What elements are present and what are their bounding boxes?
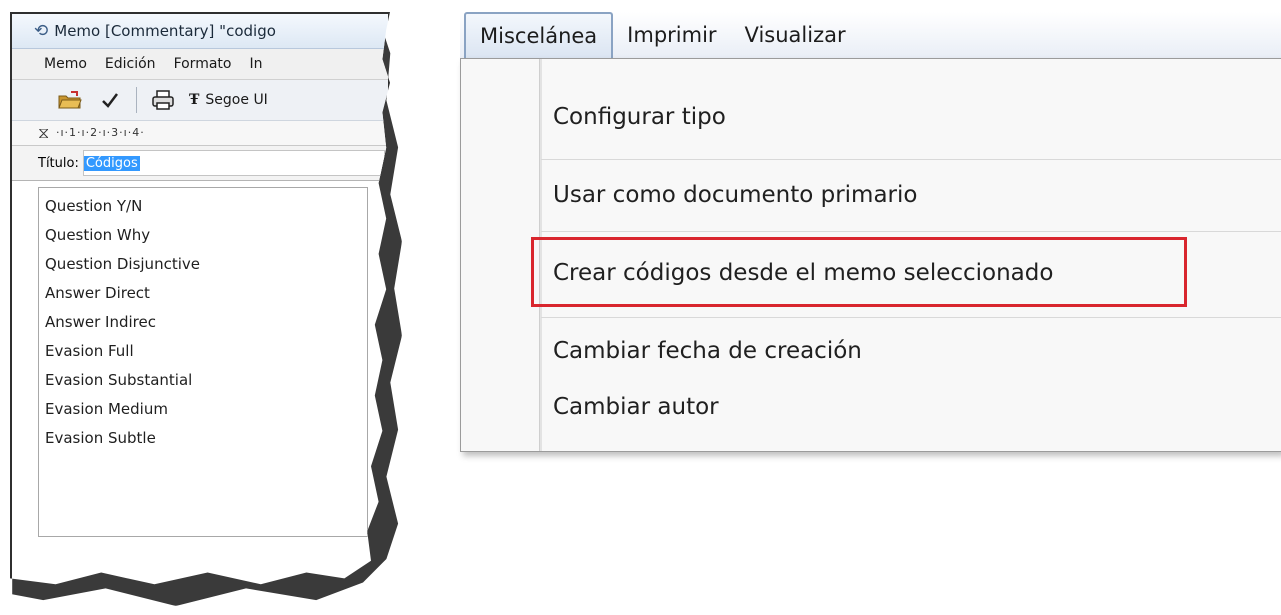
- menu-separator: [541, 231, 1281, 232]
- memo-window-title: Memo [Commentary] "codigo: [54, 22, 276, 40]
- menu-region: Miscelánea Imprimir Visualizar Configura…: [460, 12, 1281, 452]
- menu-imprimir[interactable]: Imprimir: [613, 12, 730, 58]
- memo-title-row: Título: Códigos: [12, 146, 388, 181]
- memo-line: Question Y/N: [45, 197, 143, 215]
- menu-miscelanea[interactable]: Miscelánea: [464, 12, 614, 58]
- memo-menu-formato[interactable]: Formato: [174, 56, 232, 72]
- menu-separator: [541, 317, 1281, 318]
- menu-item-cambiar-autor[interactable]: Cambiar autor: [553, 385, 719, 429]
- app-icon: ⟲: [34, 21, 49, 41]
- font-selector[interactable]: Ŧ Segoe UI: [189, 92, 268, 108]
- highlight-box: [531, 237, 1187, 307]
- memo-menu-edicion[interactable]: Edición: [105, 56, 156, 72]
- memo-title-bar: ⟲ Memo [Commentary] "codigo: [12, 14, 388, 49]
- menu-item-cambiar-fecha[interactable]: Cambiar fecha de creación: [553, 329, 862, 373]
- title-input[interactable]: Códigos: [82, 150, 385, 176]
- toolbar-divider: [136, 87, 137, 113]
- memo-line: Answer Direct: [45, 284, 150, 302]
- menu-visualizar[interactable]: Visualizar: [731, 12, 860, 58]
- title-input-value: Códigos: [83, 155, 140, 171]
- menu-item-configurar-tipo[interactable]: Configurar tipo: [553, 95, 726, 139]
- memo-text-area[interactable]: Question Y/N Question Why Question Disju…: [38, 187, 368, 537]
- memo-line: Evasion Medium: [45, 400, 168, 418]
- memo-line: Evasion Substantial: [45, 371, 193, 389]
- memo-line: Question Why: [45, 226, 151, 244]
- memo-line: Evasion Subtle: [45, 429, 156, 447]
- memo-window: ⟲ Memo [Commentary] "codigo Memo Edición…: [10, 12, 390, 585]
- memo-menubar: Memo Edición Formato In: [12, 49, 388, 80]
- open-folder-icon[interactable]: [56, 87, 84, 113]
- menu-bar: Miscelánea Imprimir Visualizar: [460, 12, 1281, 59]
- miscelanea-dropdown: Configurar tipo Usar como documento prim…: [460, 58, 1281, 452]
- indent-marker-icon[interactable]: ⧖: [38, 123, 49, 143]
- print-icon[interactable]: [149, 87, 177, 113]
- memo-line: Evasion Full: [45, 342, 134, 360]
- memo-line: Answer Indirec: [45, 313, 156, 331]
- ruler-scale: ·ı·1·ı·2·ı·3·ı·4·: [56, 126, 145, 139]
- memo-menu-memo[interactable]: Memo: [44, 56, 87, 72]
- memo-line: Question Disjunctive: [45, 255, 200, 273]
- menu-separator: [541, 159, 1281, 160]
- checkmark-icon[interactable]: [96, 87, 124, 113]
- menu-item-usar-documento-primario[interactable]: Usar como documento primario: [553, 173, 917, 217]
- font-name: Segoe UI: [205, 92, 268, 108]
- memo-toolbar: Ŧ Segoe UI: [12, 80, 388, 121]
- font-icon: Ŧ: [189, 92, 200, 108]
- title-label: Título:: [38, 155, 79, 171]
- ruler: ⧖ ·ı·1·ı·2·ı·3·ı·4·: [12, 121, 388, 146]
- memo-menu-insert[interactable]: In: [249, 56, 262, 72]
